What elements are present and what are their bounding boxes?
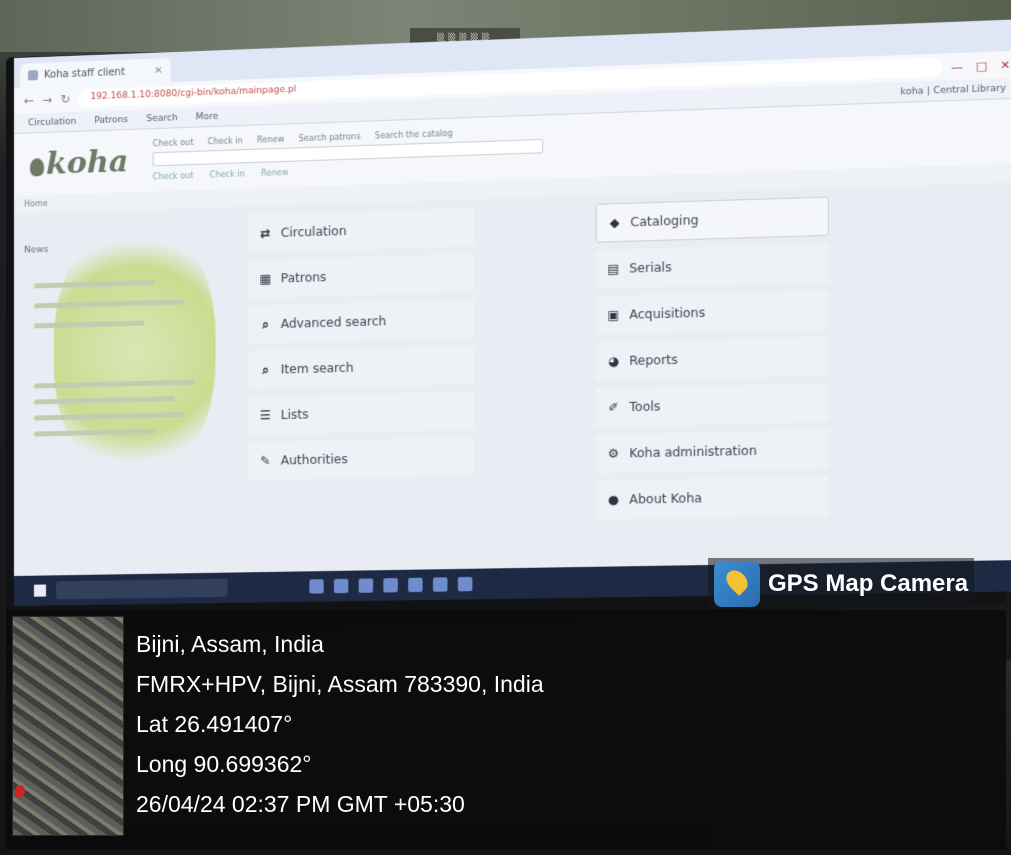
module-label: Serials (629, 260, 672, 276)
close-icon[interactable]: ✕ (154, 65, 162, 76)
tab-title: Koha staff client (43, 66, 126, 81)
module-circulation[interactable]: ⇄ Circulation (248, 207, 475, 254)
map-thumbnail (12, 616, 124, 836)
photo-background: ▒▒▒▒▒ Koha staff client ✕ ← → ↻ 192.168.… (0, 0, 1011, 855)
search-link[interactable]: Check out (153, 171, 194, 181)
tag-icon: ◆ (609, 215, 620, 231)
search-tab[interactable]: Search the catalog (375, 129, 453, 141)
module-koha-administration[interactable]: ⚙ Koha administration (595, 429, 829, 474)
nav-item-more[interactable]: More (196, 111, 219, 122)
module-label: Circulation (280, 223, 347, 240)
reload-icon[interactable]: ↻ (60, 92, 70, 106)
window-controls: — □ ✕ (951, 58, 1010, 74)
taskbar-app-icon[interactable] (309, 579, 324, 594)
wrench-icon: ✐ (608, 400, 619, 415)
decorative-blob (54, 217, 216, 484)
module-label: Acquisitions (629, 305, 706, 322)
module-label: Cataloging (630, 212, 699, 230)
taskbar-app-icon[interactable] (383, 578, 398, 593)
gps-brand: GPS Map Camera (768, 570, 969, 597)
search-link[interactable]: Renew (261, 168, 288, 178)
map-pin-icon (15, 785, 25, 797)
module-label: Tools (629, 399, 661, 415)
acquisitions-icon: ▣ (607, 307, 620, 323)
location-lines: Bijni, Assam, India FMRX+HPV, Bijni, Ass… (136, 624, 544, 824)
search-tab[interactable]: Renew (257, 135, 284, 145)
modules-left: ⇄ Circulation ▦ Patrons ⌕ Advanced searc… (248, 207, 475, 488)
search-tab[interactable]: Check in (208, 136, 243, 146)
forward-icon[interactable]: → (42, 93, 52, 107)
authorities-icon: ✎ (260, 453, 271, 468)
address: FMRX+HPV, Bijni, Assam 783390, India (136, 671, 544, 697)
start-icon[interactable] (33, 584, 47, 597)
module-label: Item search (280, 360, 354, 377)
longitude: Long 90.699362° (136, 751, 312, 777)
search-tab[interactable]: Search patrons (299, 132, 361, 143)
serials-icon: ▤ (607, 261, 620, 277)
koha-logo[interactable]: koha (29, 143, 129, 182)
patrons-icon: ▦ (259, 271, 272, 287)
search-icon: ⌕ (261, 317, 269, 332)
module-lists[interactable]: ☰ Lists (248, 391, 475, 435)
back-icon[interactable]: ← (24, 93, 34, 107)
favicon-icon (27, 70, 38, 81)
logged-in-user[interactable]: koha | Central Library (900, 83, 1005, 97)
taskbar-app-icon[interactable] (457, 576, 473, 592)
about-icon: ● (607, 492, 619, 508)
module-cataloging[interactable]: ◆ Cataloging (595, 196, 829, 243)
module-label: Authorities (280, 452, 348, 468)
module-item-search[interactable]: ⌕ Item search (248, 345, 475, 390)
module-about-koha[interactable]: ● About Koha (595, 476, 829, 520)
reports-icon: ◕ (607, 353, 619, 369)
maximize-icon[interactable]: □ (976, 59, 987, 73)
taskbar-app-icon[interactable] (333, 578, 349, 594)
circulation-icon: ⇄ (260, 226, 271, 241)
news-panel: News (24, 217, 236, 494)
place-name: Bijni, Assam, India (136, 631, 324, 657)
module-label: Patrons (280, 269, 327, 286)
location-info-panel: Bijni, Assam, India FMRX+HPV, Bijni, Ass… (6, 610, 1006, 850)
search-tab[interactable]: Check out (153, 138, 194, 148)
module-advanced-search[interactable]: ⌕ Advanced search (248, 299, 475, 344)
module-reports[interactable]: ◕ Reports (595, 336, 829, 382)
module-serials[interactable]: ▤ Serials (595, 243, 829, 289)
module-label: Koha administration (629, 443, 757, 461)
timestamp: 26/04/24 02:37 PM GMT +05:30 (136, 791, 465, 817)
taskbar-search[interactable] (56, 578, 228, 600)
close-window-icon[interactable]: ✕ (1000, 58, 1010, 72)
module-acquisitions[interactable]: ▣ Acquisitions (595, 289, 829, 336)
module-tools[interactable]: ✐ Tools (595, 382, 829, 428)
nav-item-circulation[interactable]: Circulation (28, 116, 76, 128)
search-icon: ⌕ (261, 362, 269, 377)
koha-main: News ⇄ Circulation ▦ Patrons ⌕ Advanced … (14, 182, 1011, 594)
koha-logo-text: koha (46, 143, 129, 182)
module-label: Reports (629, 352, 678, 369)
modules-right: ◆ Cataloging ▤ Serials ▣ Acquisitions ◕ … (595, 196, 829, 526)
taskbar-app-icon[interactable] (432, 577, 448, 592)
gps-map-camera-icon (714, 561, 760, 607)
taskbar-app-icon[interactable] (408, 577, 423, 593)
module-authorities[interactable]: ✎ Authorities (248, 437, 475, 481)
nav-item-patrons[interactable]: Patrons (94, 114, 128, 125)
module-label: Advanced search (280, 314, 387, 332)
header-search: Check out Check in Renew Search patrons … (152, 126, 544, 181)
gear-icon: ⚙ (607, 446, 620, 461)
module-label: About Koha (629, 490, 703, 507)
latitude: Lat 26.491407° (136, 711, 293, 737)
module-label: Lists (280, 407, 309, 423)
monitor-screen: Koha staff client ✕ ← → ↻ 192.168.1.10:8… (14, 19, 1011, 606)
news-title: News (23, 244, 49, 256)
koha-logo-icon (29, 157, 44, 176)
minimize-icon[interactable]: — (951, 60, 963, 74)
module-patrons[interactable]: ▦ Patrons (248, 253, 475, 299)
search-link[interactable]: Check in (210, 169, 245, 179)
lists-icon: ☰ (259, 408, 271, 423)
gps-camera-badge: GPS Map Camera (708, 558, 975, 610)
taskbar-app-icon[interactable] (358, 578, 374, 593)
nav-item-search[interactable]: Search (146, 113, 177, 124)
